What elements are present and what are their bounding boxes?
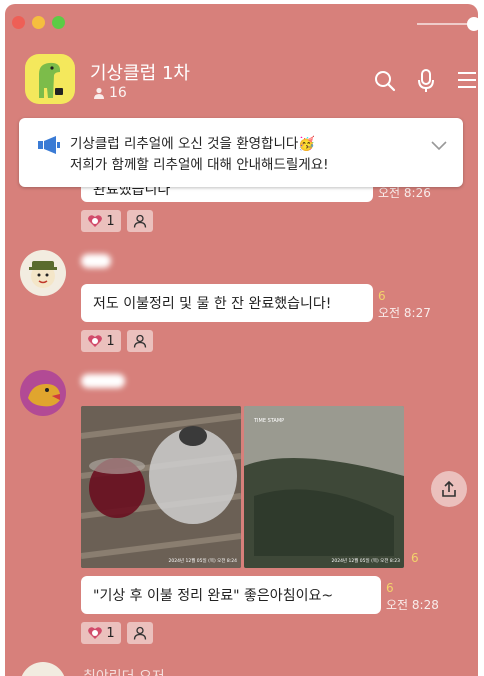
message-meta: 오전 8:26 (378, 186, 431, 200)
opacity-slider-knob[interactable] (467, 17, 478, 31)
kettle-photo (81, 406, 241, 568)
sender-name-redacted (81, 254, 111, 268)
bed-photo (244, 406, 404, 568)
photo-timestamp: 2024년 12월 05일 (목) 오전 8:24 (168, 559, 237, 564)
reaction-members-button[interactable] (127, 622, 153, 644)
message-text: "기상 후 이불 정리 완료" 좋은아침이요~ (93, 588, 334, 604)
room-title: 기상클럽 1차 (90, 63, 190, 84)
mic-icon[interactable] (416, 68, 436, 98)
sender-name: 취야린더 오저 (83, 666, 165, 676)
notice-line2: 저희가 함께할 리추얼에 대해 안내해드릴게요! (70, 157, 329, 173)
unread-count: 6 (411, 551, 419, 565)
photo-brand: TIME STAMP (254, 418, 285, 424)
message-bubble[interactable]: "기상 후 이불 정리 완료" 좋은아침이요~ (81, 576, 381, 614)
maximize-window-button[interactable] (52, 16, 65, 29)
member-count[interactable]: 16 (93, 85, 127, 101)
heart-icon (88, 335, 103, 347)
message-meta: 6 오전 8:28 (386, 581, 439, 612)
person-outline-icon (133, 626, 147, 640)
sender-avatar[interactable] (20, 370, 66, 416)
photo-meta: 6 (411, 551, 419, 565)
character-avatar-icon (29, 261, 57, 288)
dinosaur-icon (39, 62, 63, 98)
share-icon (442, 480, 456, 497)
sender-avatar[interactable] (20, 662, 66, 676)
message-time: 오전 8:27 (378, 306, 431, 320)
message-meta: 6 오전 8:27 (378, 289, 431, 320)
photo-attachment-1[interactable]: 2024년 12월 05일 (목) 오전 8:24 (81, 406, 241, 568)
megaphone-icon (38, 136, 60, 154)
photo-attachment-2[interactable]: TIME STAMP 2024년 12월 05일 (목) 오전 8:23 (244, 406, 404, 568)
unread-count: 6 (378, 289, 386, 303)
character-avatar-icon (28, 384, 60, 407)
person-outline-icon (133, 214, 147, 228)
person-outline-icon (133, 334, 147, 348)
opacity-slider-track[interactable] (417, 23, 469, 25)
heart-icon (88, 215, 103, 227)
heart-icon (88, 627, 103, 639)
message-text: 저도 이불정리 및 물 한 잔 완료했습니다! (93, 296, 332, 312)
member-count-value: 16 (109, 85, 127, 101)
person-icon (94, 87, 104, 99)
sender-avatar[interactable] (20, 250, 66, 296)
chevron-down-icon[interactable] (430, 140, 448, 152)
reaction-members-button[interactable] (127, 330, 153, 352)
message-time: 오전 8:26 (378, 186, 431, 200)
reaction-like-button[interactable]: 1 (81, 210, 121, 232)
unread-count: 6 (386, 581, 394, 595)
room-avatar[interactable] (25, 54, 75, 104)
menu-icon[interactable] (457, 71, 477, 93)
reaction-like-button[interactable]: 1 (81, 330, 121, 352)
minimize-window-button[interactable] (32, 16, 45, 29)
search-icon[interactable] (374, 70, 396, 96)
share-button[interactable] (431, 471, 467, 507)
reaction-count: 1 (106, 333, 115, 349)
close-window-button[interactable] (12, 16, 25, 29)
message-time: 오전 8:28 (386, 598, 439, 612)
notice-text: 기상클럽 리추얼에 오신 것을 환영합니다🥳 저희가 함께할 리추얼에 대해 안… (70, 134, 329, 176)
notice-line1: 기상클럽 리추얼에 오신 것을 환영합니다🥳 (70, 136, 316, 152)
chat-window: 기상클럽 1차 16 완료했습니다 오전 8:26 1 기상클럽 리추얼에 오신… (5, 4, 478, 676)
reaction-like-button[interactable]: 1 (81, 622, 121, 644)
message-bubble[interactable]: 저도 이불정리 및 물 한 잔 완료했습니다! (81, 284, 373, 322)
reaction-members-button[interactable] (127, 210, 153, 232)
photo-timestamp: 2024년 12월 05일 (목) 오전 8:23 (331, 559, 400, 564)
reaction-count: 1 (106, 213, 115, 229)
sender-name-redacted (81, 374, 125, 388)
reaction-count: 1 (106, 625, 115, 641)
notice-banner[interactable]: 기상클럽 리추얼에 오신 것을 환영합니다🥳 저희가 함께할 리추얼에 대해 안… (19, 118, 463, 187)
